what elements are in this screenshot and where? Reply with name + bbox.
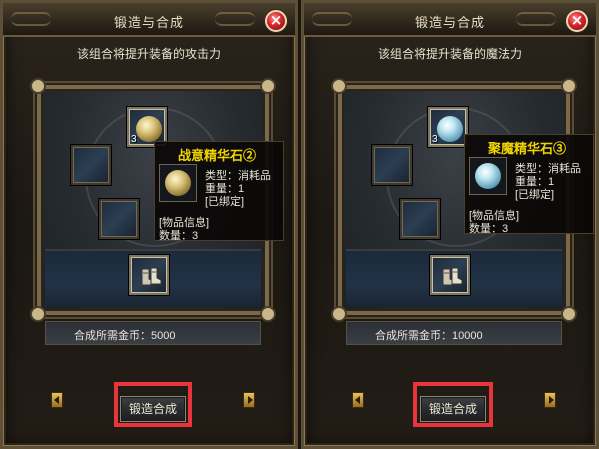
boots-icon: [442, 267, 463, 286]
material-slot-lower[interactable]: [400, 199, 440, 239]
item-count: 数量：3: [159, 230, 199, 242]
arrow-left-icon[interactable]: [352, 392, 364, 408]
frame-rivet-icon: [30, 78, 46, 94]
gold-cost-bar: 合成所需金币：10000: [346, 321, 562, 345]
frame-rivet-icon: [331, 306, 347, 322]
blue-gem-icon: [475, 163, 501, 189]
frame-rivet-icon: [30, 306, 46, 322]
item-bound: [已绑定]: [515, 189, 555, 201]
slot-quantity: 3: [131, 134, 137, 145]
arrow-left-icon[interactable]: [51, 392, 63, 408]
forge-panel-magic: 锻造与合成 × 该组合将提升装备的魔法力 3 聚魔精华石③ 类型：消耗品 重量：…: [301, 0, 599, 449]
item-icon-box: [159, 164, 197, 202]
forge-panel-attack: 锻造与合成 × 该组合将提升装备的攻击力 3 战意精华石② 类型：消耗品 重量：…: [0, 0, 298, 449]
frame-rivet-icon: [260, 306, 276, 322]
material-slot-left[interactable]: [372, 145, 412, 185]
gold-cost: 合成所需金币：10000: [375, 330, 483, 342]
frame-rivet-icon: [561, 306, 577, 322]
item-tooltip: 聚魔精华石③ 类型：消耗品 重量：1 [已绑定] [物品信息] 数量：3: [464, 134, 594, 235]
close-button[interactable]: ×: [265, 10, 287, 32]
window-title: 锻造与合成: [113, 16, 184, 31]
combo-description: 该组合将提升装备的魔法力: [377, 47, 522, 61]
gold-cost-bar: 合成所需金币：5000: [45, 321, 261, 345]
material-slot-top[interactable]: 3: [428, 107, 468, 147]
item-name: 战意精华石②: [177, 148, 256, 163]
title-bar[interactable]: 锻造与合成 ×: [3, 3, 295, 37]
blue-gem-icon: [437, 116, 463, 142]
gold-gem-icon: [165, 170, 191, 196]
boots-icon: [141, 267, 162, 286]
gold-cost: 合成所需金币：5000: [74, 330, 176, 342]
material-slot-lower[interactable]: [99, 199, 139, 239]
forge-button[interactable]: 锻造合成: [420, 396, 486, 422]
forge-button[interactable]: 锻造合成: [120, 396, 186, 422]
item-icon-box: [469, 157, 507, 195]
title-bar[interactable]: 锻造与合成 ×: [304, 3, 596, 37]
window-title: 锻造与合成: [414, 16, 485, 31]
frame-rivet-icon: [331, 78, 347, 94]
material-slot-left[interactable]: [71, 145, 111, 185]
frame-rivet-icon: [260, 78, 276, 94]
frame-rivet-icon: [561, 78, 577, 94]
item-bound: [已绑定]: [205, 196, 245, 208]
gold-gem-icon: [136, 116, 162, 142]
item-tooltip: 战意精华石② 类型：消耗品 重量：1 [已绑定] [物品信息] 数量：3: [154, 141, 284, 242]
item-count: 数量：3: [469, 223, 509, 235]
close-button[interactable]: ×: [566, 10, 588, 32]
arrow-right-icon[interactable]: [243, 392, 255, 408]
combo-description: 该组合将提升装备的攻击力: [76, 47, 221, 61]
output-slot[interactable]: [129, 255, 169, 295]
item-name: 聚魔精华石③: [487, 141, 566, 156]
output-slot[interactable]: [430, 255, 470, 295]
slot-quantity: 3: [432, 134, 438, 145]
arrow-right-icon[interactable]: [544, 392, 556, 408]
